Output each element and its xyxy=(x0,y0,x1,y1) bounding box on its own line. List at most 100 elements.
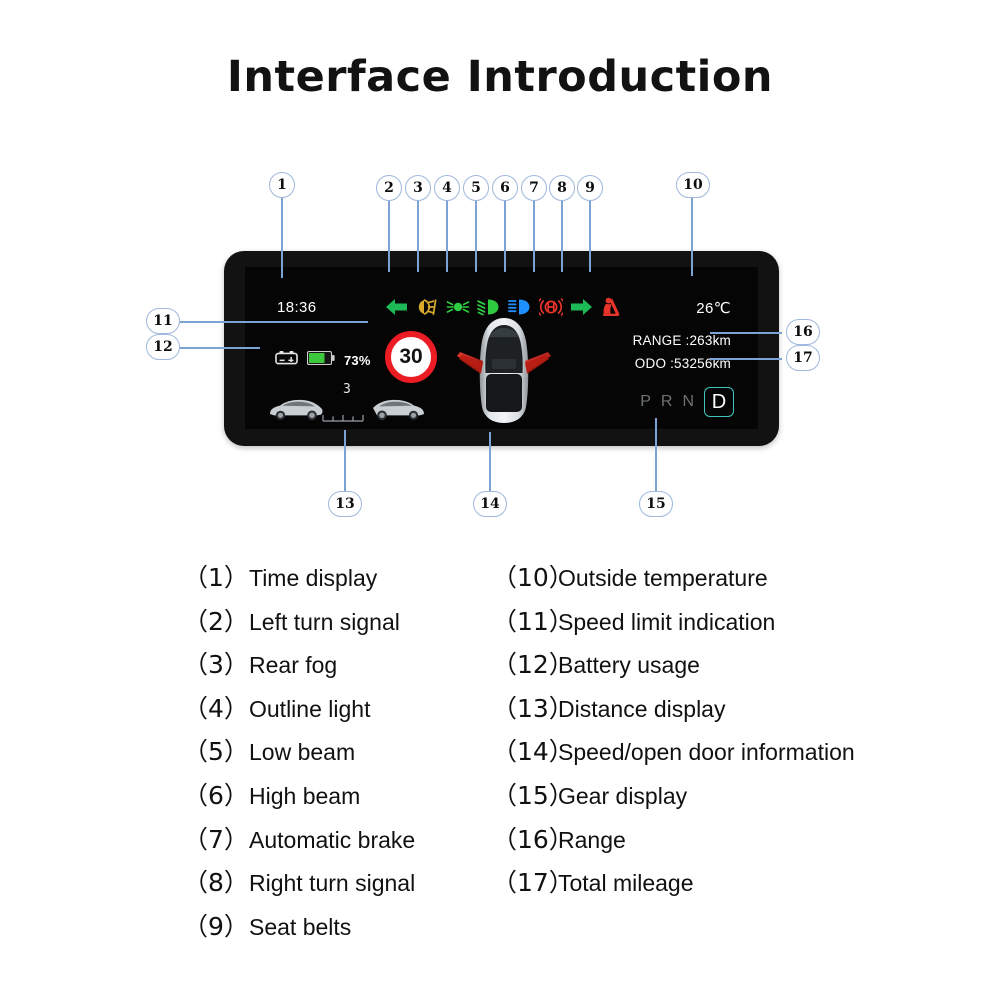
legend-number: （4） xyxy=(183,693,249,723)
callout-2[interactable]: 2 xyxy=(376,175,402,201)
range-display: RANGE :263km xyxy=(632,333,731,348)
legend-item: （11） Speed limit indication xyxy=(492,602,855,646)
callout-17-label: 17 xyxy=(793,350,813,366)
callout-9-label: 9 xyxy=(585,180,595,196)
outside-temperature-display: 26℃ xyxy=(696,300,731,317)
callout-15-label: 15 xyxy=(646,496,666,512)
legend-label: Left turn signal xyxy=(249,608,400,635)
callout-3[interactable]: 3 xyxy=(405,175,431,201)
leader-line-3 xyxy=(417,198,419,272)
callout-9[interactable]: 9 xyxy=(577,175,603,201)
callout-7[interactable]: 7 xyxy=(521,175,547,201)
callout-12[interactable]: 12 xyxy=(146,334,180,360)
callout-6-label: 6 xyxy=(500,180,510,196)
legend-label: Seat belts xyxy=(249,913,352,940)
legend-column-right: （10） Outside temperature （11） Speed limit … xyxy=(492,558,855,907)
legend-label: Right turn signal xyxy=(249,870,416,897)
gear-option-n[interactable]: N xyxy=(682,393,695,411)
leader-line-12 xyxy=(178,347,260,349)
callout-13[interactable]: 13 xyxy=(328,491,362,517)
callout-10[interactable]: 10 xyxy=(676,172,710,198)
callout-14-label: 14 xyxy=(480,496,500,512)
callout-4[interactable]: 4 xyxy=(434,175,460,201)
legend-number: （2） xyxy=(183,606,249,636)
gear-option-p[interactable]: P xyxy=(640,393,652,411)
legend-item: （1） Time display xyxy=(183,558,415,602)
legend-number: （10） xyxy=(492,563,574,592)
legend-label: Gear display xyxy=(558,782,688,809)
legend-item: （2） Left turn signal xyxy=(183,602,415,646)
legend-number: （15） xyxy=(492,780,574,810)
leader-line-4 xyxy=(446,198,448,272)
legend-item: （13） Distance display xyxy=(492,689,855,733)
callout-6[interactable]: 6 xyxy=(492,175,518,201)
distance-value: 3 xyxy=(343,382,351,397)
leader-line-14 xyxy=(489,432,491,494)
legend-label: Total mileage xyxy=(558,870,694,897)
cluster-screen: 18:36 26℃ 73% 30 3 RANGE:263km ODO:532… xyxy=(245,267,758,429)
leader-line-17 xyxy=(710,358,782,360)
leader-line-15 xyxy=(655,418,657,494)
gear-display: P R N D xyxy=(640,387,734,417)
leader-line-10 xyxy=(691,198,693,276)
leader-line-6 xyxy=(504,198,506,272)
callout-16[interactable]: 16 xyxy=(786,319,820,345)
distance-scale-icon xyxy=(322,409,364,422)
gear-option-r[interactable]: R xyxy=(661,393,674,411)
instrument-cluster-device: 18:36 26℃ 73% 30 3 RANGE:263km ODO:532… xyxy=(224,251,779,446)
left-turn-signal-icon xyxy=(384,295,409,319)
legend-item: （9） Seat belts xyxy=(183,907,415,951)
legend-label: Time display xyxy=(249,565,378,591)
following-car-rear-icon xyxy=(267,393,325,428)
legend-label: High beam xyxy=(249,782,361,809)
legend-label: Outline light xyxy=(249,695,371,722)
callout-14[interactable]: 14 xyxy=(473,491,507,517)
legend-number: （8） xyxy=(183,868,249,898)
leader-line-2 xyxy=(388,198,390,272)
battery-percent-label: 73% xyxy=(344,353,371,368)
speed-limit-value: 30 xyxy=(399,345,423,368)
callout-15[interactable]: 15 xyxy=(639,491,673,517)
page-title: Interface Introduction xyxy=(226,52,774,102)
legend-item: （7） Automatic brake xyxy=(183,820,415,864)
legend-item: （5） Low beam xyxy=(183,732,415,776)
legend-item: （4） Outline light xyxy=(183,689,415,733)
leader-line-13 xyxy=(344,430,346,494)
callout-17[interactable]: 17 xyxy=(786,345,820,371)
leader-line-9 xyxy=(589,198,591,272)
callout-12-label: 12 xyxy=(153,339,173,355)
callout-5[interactable]: 5 xyxy=(463,175,489,201)
lead-car-front-icon xyxy=(369,393,427,428)
callout-7-label: 7 xyxy=(529,180,539,196)
legend-number: （9） xyxy=(183,911,249,941)
callout-5-label: 5 xyxy=(471,180,481,196)
battery-level-icon xyxy=(306,350,335,371)
callout-3-label: 3 xyxy=(413,180,423,196)
legend-label: Speed limit indication xyxy=(558,608,776,635)
legend-number: （3） xyxy=(183,650,249,680)
right-turn-signal-icon xyxy=(568,295,593,319)
legend-number: （11） xyxy=(492,606,574,636)
legend-item: （6） High beam xyxy=(183,776,415,820)
legend-number: （5） xyxy=(183,737,249,767)
callout-1[interactable]: 1 xyxy=(269,172,295,198)
legend-item: （15） Gear display xyxy=(492,776,855,820)
legend-item: （17） Total mileage xyxy=(492,863,855,907)
gear-option-d-selected[interactable]: D xyxy=(704,387,734,417)
legend-number: （7） xyxy=(183,824,249,854)
callout-8-label: 8 xyxy=(557,180,567,196)
leader-line-7 xyxy=(533,198,535,272)
leader-line-11 xyxy=(178,321,368,323)
legend-number: （17） xyxy=(492,868,574,898)
page-root: Interface Introduction 1 2 3 4 5 6 7 8 9… xyxy=(0,0,1000,1000)
legend-column-left: （1） Time display （2） Left turn signal （3） R… xyxy=(183,558,415,950)
callout-16-label: 16 xyxy=(793,324,813,340)
legend-label: Range xyxy=(558,826,626,853)
battery-terminal-icon xyxy=(275,350,298,371)
legend-item: （16） Range xyxy=(492,820,855,864)
callout-8[interactable]: 8 xyxy=(549,175,575,201)
callout-11[interactable]: 11 xyxy=(146,308,180,334)
legend-number: （14） xyxy=(492,737,574,767)
legend-label: Distance display xyxy=(558,695,726,722)
legend-number: （6） xyxy=(183,780,249,810)
